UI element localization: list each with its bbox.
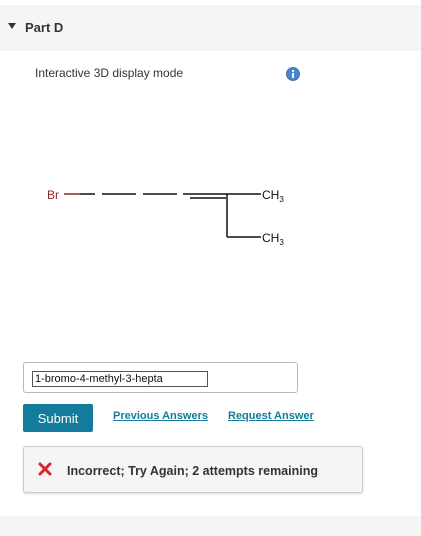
next-part-header[interactable] — [0, 516, 421, 536]
request-answer-link[interactable]: Request Answer — [228, 410, 314, 422]
feedback-text: Incorrect; Try Again; 2 attempts remaini… — [67, 464, 318, 478]
previous-answers-link[interactable]: Previous Answers — [113, 410, 208, 422]
ch3-bottom: CH3 — [262, 231, 284, 247]
molecule-structure: Br CH3 CH3 — [47, 188, 284, 247]
feedback-box: Incorrect; Try Again; 2 attempts remaini… — [23, 446, 363, 493]
part-title: Part D — [25, 20, 64, 35]
ch3-top: CH3 — [262, 188, 284, 204]
info-icon[interactable] — [286, 67, 300, 81]
atom-br: Br — [47, 188, 59, 202]
submit-button[interactable]: Submit — [23, 404, 93, 432]
answer-input[interactable]: 1-bromo-4-methyl-3-hepta — [32, 371, 208, 387]
part-d-header[interactable]: Part D — [0, 5, 421, 51]
caret-down-icon[interactable] — [8, 23, 16, 29]
display-mode-label: Interactive 3D display mode — [35, 66, 184, 80]
answer-field[interactable]: 1-bromo-4-methyl-3-hepta — [23, 362, 298, 393]
x-icon — [38, 462, 52, 476]
